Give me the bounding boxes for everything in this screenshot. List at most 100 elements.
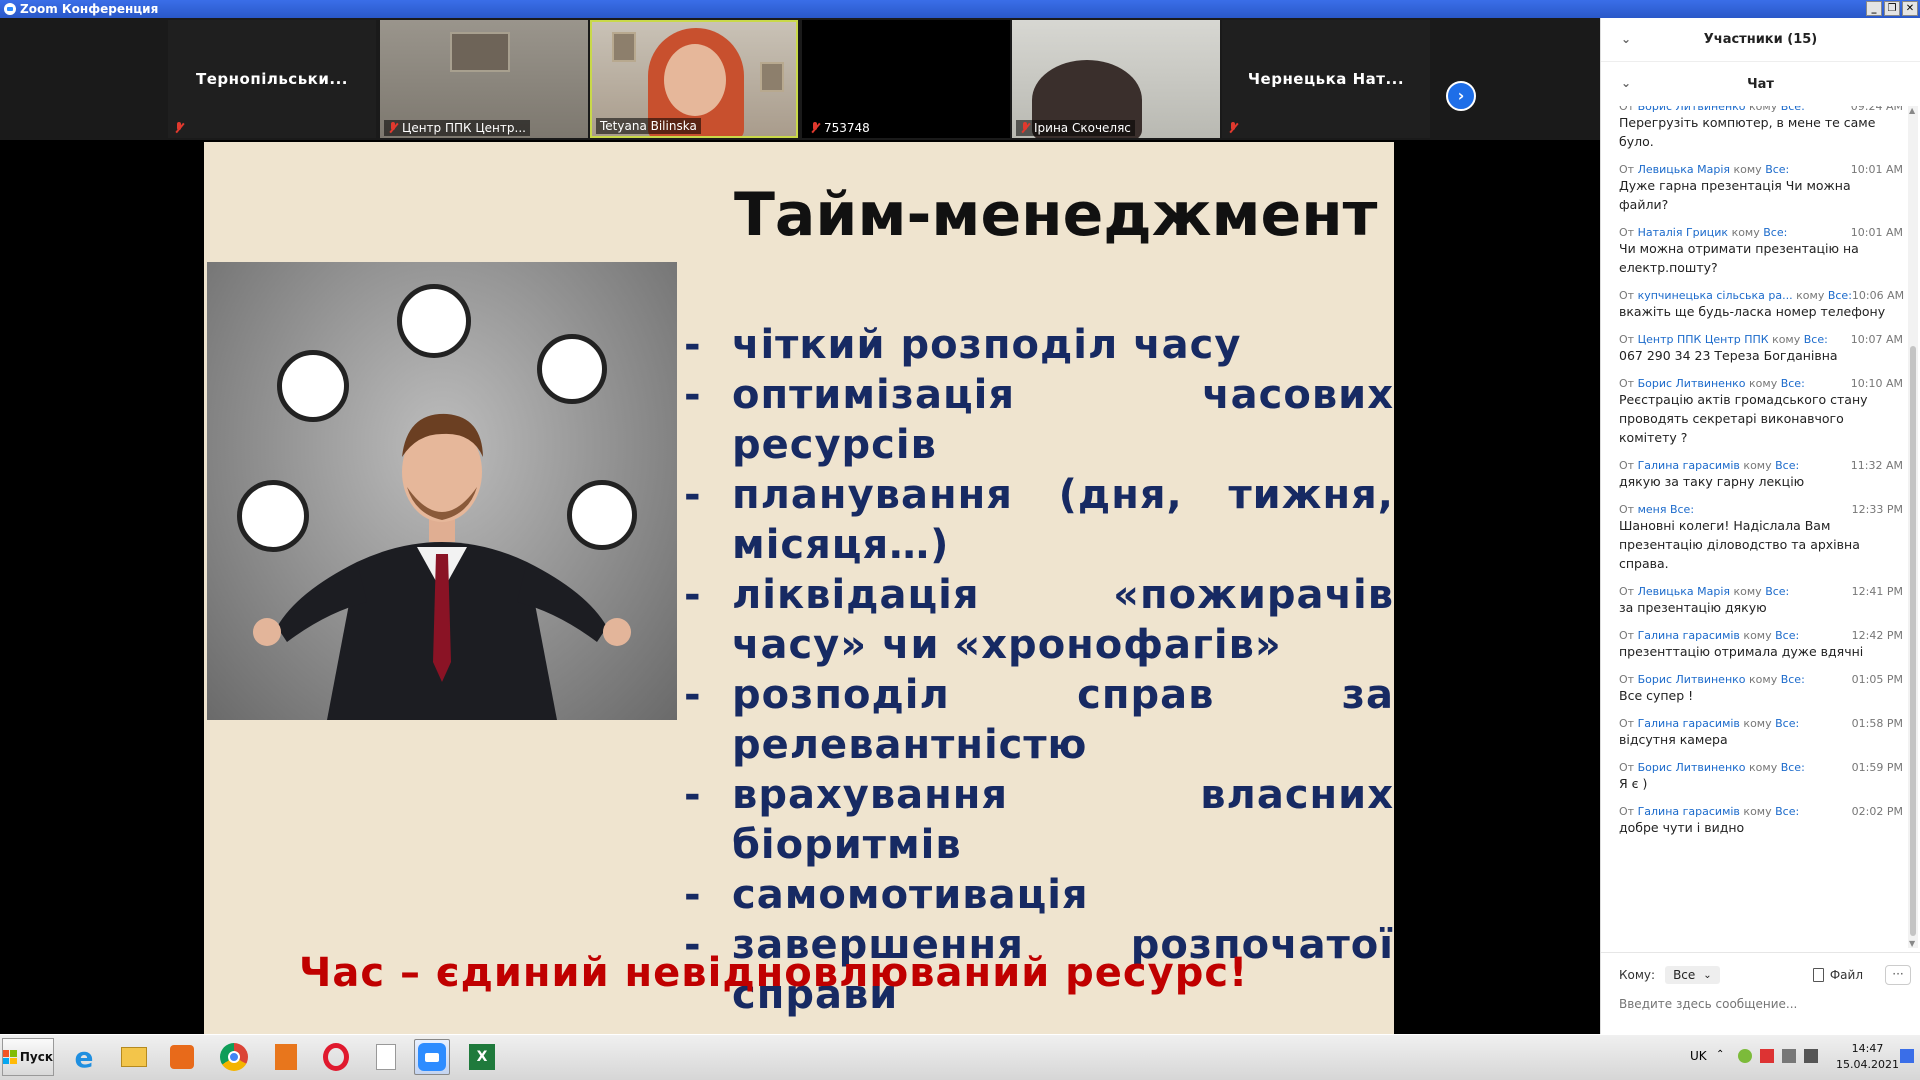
more-options-button[interactable]: ··· xyxy=(1885,965,1911,985)
opera-icon[interactable] xyxy=(318,1039,354,1075)
message-text: дякую за таку гарну лекцію xyxy=(1619,474,1805,489)
sender-name[interactable]: Наталія Грицик xyxy=(1638,226,1728,239)
participants-section-header[interactable]: ⌄ Участники (15) xyxy=(1601,18,1920,62)
sender-name[interactable]: Борис Литвиненко xyxy=(1638,761,1746,774)
document-icon[interactable] xyxy=(368,1039,404,1075)
scroll-down-icon[interactable]: ▼ xyxy=(1909,939,1915,948)
speaker-face xyxy=(664,44,726,116)
window-controls: _ ❐ ✕ xyxy=(1866,1,1918,16)
sender-name[interactable]: купчинецька сільська ра... xyxy=(1638,289,1793,302)
from-prefix: От xyxy=(1619,673,1635,686)
participant-tile[interactable]: Центр ППК Центр... xyxy=(380,20,588,138)
participant-name: Тернопільськи... xyxy=(196,70,348,88)
sender-name[interactable]: Борис Литвиненко xyxy=(1638,673,1746,686)
mic-muted-icon xyxy=(810,122,820,134)
from-prefix: От xyxy=(1619,106,1635,113)
chat-message-input[interactable] xyxy=(1619,997,1899,1011)
message-time: 12:42 PM xyxy=(1851,629,1903,642)
language-indicator[interactable]: UK xyxy=(1690,1049,1707,1063)
recipient-name[interactable]: Все: xyxy=(1765,163,1789,176)
recipient-name[interactable]: Все: xyxy=(1775,459,1799,472)
participant-tile[interactable]: Ірина Скочеляс xyxy=(1012,20,1220,138)
participant-tile[interactable]: 753748 xyxy=(802,20,1010,138)
file-button[interactable]: Файл xyxy=(1812,968,1863,982)
security-tray-icon[interactable] xyxy=(1738,1049,1752,1063)
from-prefix: От xyxy=(1619,805,1635,818)
sender-name[interactable]: Галина гарасимів xyxy=(1638,629,1740,642)
chrome-icon[interactable] xyxy=(216,1039,252,1075)
recipient-name[interactable]: Все: xyxy=(1775,805,1799,818)
sender-name[interactable]: Левицька Марія xyxy=(1638,163,1730,176)
scrollbar-thumb[interactable] xyxy=(1910,346,1916,936)
sender-name[interactable]: Галина гарасимів xyxy=(1638,805,1740,818)
chat-message-header: От Наталія Грицик кому Все: 10:01 AM xyxy=(1619,226,1903,239)
recipient-name[interactable]: Все: xyxy=(1828,289,1852,302)
chat-message-header: От Центр ППК Центр ППК кому Все: 10:07 AM xyxy=(1619,333,1903,346)
participant-video-strip: Тернопільськи... Центр ППК Центр... Tety… xyxy=(0,18,1600,140)
sender-name[interactable]: Борис Литвиненко xyxy=(1638,106,1746,113)
tray-expand-icon[interactable]: ⌃ xyxy=(1716,1049,1730,1063)
pdf-reader-icon[interactable] xyxy=(268,1039,304,1075)
chat-message-list[interactable]: От Борис Литвиненко кому Все: 09:24 AM Пер… xyxy=(1601,106,1909,948)
bullet-item: ліквідація «пожирачів часу» чи «хронофаг… xyxy=(684,570,1394,670)
window-titlebar: Zoom Конференция _ ❐ ✕ xyxy=(0,0,1920,18)
restore-button[interactable]: ❐ xyxy=(1884,1,1900,16)
to-prefix: кому xyxy=(1733,163,1762,176)
close-button[interactable]: ✕ xyxy=(1902,1,1918,16)
scroll-up-icon[interactable]: ▲ xyxy=(1909,106,1915,115)
chevron-down-icon[interactable]: ⌄ xyxy=(1621,76,1631,90)
participant-tile[interactable]: Чернецька Нат... xyxy=(1222,20,1430,138)
recipient-name[interactable]: Все: xyxy=(1775,629,1799,642)
chevron-down-icon[interactable]: ⌄ xyxy=(1621,32,1631,46)
participant-tile-active-speaker[interactable]: Tetyana Bilinska xyxy=(590,20,798,138)
message-time: 10:07 AM xyxy=(1850,333,1903,346)
message-time: 01:59 PM xyxy=(1851,761,1903,774)
excel-icon[interactable]: X xyxy=(464,1039,500,1075)
recipient-select[interactable]: Все ⌄ xyxy=(1665,966,1720,984)
to-prefix: кому xyxy=(1743,717,1772,730)
chat-message: От купчинецька сільська ра... кому Все: 1… xyxy=(1619,289,1904,321)
recipient-name[interactable]: Все: xyxy=(1781,673,1805,686)
participant-tile[interactable]: Тернопільськи... xyxy=(168,20,376,138)
message-text: добре чути і видно xyxy=(1619,820,1745,835)
file-explorer-icon[interactable] xyxy=(116,1039,152,1075)
sender-name[interactable]: Центр ППК Центр ППК xyxy=(1638,333,1769,346)
participant-label: 753748 xyxy=(806,120,874,136)
recipient-name[interactable]: Все: xyxy=(1781,761,1805,774)
sender-name[interactable]: Галина гарасимів xyxy=(1638,459,1740,472)
zoom-taskbar-icon[interactable] xyxy=(414,1039,450,1075)
network-tray-icon[interactable] xyxy=(1782,1049,1796,1063)
recipient-name[interactable]: Все: xyxy=(1775,717,1799,730)
chat-message: От Борис Литвиненко кому Все: 01:05 PM Все… xyxy=(1619,673,1903,705)
sender-name[interactable]: Галина гарасимів xyxy=(1638,717,1740,730)
sender-name[interactable]: Левицька Марія xyxy=(1638,585,1730,598)
message-time: 02:02 PM xyxy=(1851,805,1903,818)
show-desktop-icon[interactable] xyxy=(1900,1049,1914,1063)
recipient-name[interactable]: Все: xyxy=(1781,106,1805,113)
chat-message-header: От Левицька Марія кому Все: 10:01 AM xyxy=(1619,163,1903,176)
recipient-name[interactable]: Все: xyxy=(1765,585,1789,598)
slide-tagline: Час – єдиний невідновлюваний ресурс! xyxy=(299,950,1249,996)
recipient-name[interactable]: Все: xyxy=(1781,377,1805,390)
flag-tray-icon[interactable] xyxy=(1760,1049,1774,1063)
start-button[interactable]: Пуск xyxy=(2,1038,54,1076)
sender-name[interactable]: меня xyxy=(1638,503,1667,516)
sender-name[interactable]: Борис Литвиненко xyxy=(1638,377,1746,390)
taskbar-clock[interactable]: 14:47 15.04.2021 xyxy=(1836,1041,1899,1073)
message-text: Я є ) xyxy=(1619,776,1648,791)
recipient-name[interactable]: Все: xyxy=(1670,503,1694,516)
recipient-label: Кому: xyxy=(1619,968,1656,982)
media-player-icon[interactable] xyxy=(164,1039,200,1075)
volume-icon[interactable] xyxy=(1804,1049,1818,1063)
mic-muted-icon xyxy=(1228,122,1238,134)
recipient-name[interactable]: Все: xyxy=(1763,226,1787,239)
chat-message: От Борис Литвиненко кому Все: 10:10 AM Реє… xyxy=(1619,377,1903,447)
minimize-button[interactable]: _ xyxy=(1866,1,1882,16)
chat-section-header[interactable]: ⌄ Чат xyxy=(1601,62,1920,106)
internet-explorer-icon[interactable]: e xyxy=(66,1039,102,1075)
next-page-arrow-icon[interactable]: › xyxy=(1446,81,1476,111)
recipient-row: Кому: Все ⌄ Файл ··· xyxy=(1619,963,1911,987)
chat-scrollbar[interactable]: ▲ ▼ xyxy=(1908,106,1918,948)
to-prefix: кому xyxy=(1731,226,1760,239)
recipient-name[interactable]: Все: xyxy=(1804,333,1828,346)
